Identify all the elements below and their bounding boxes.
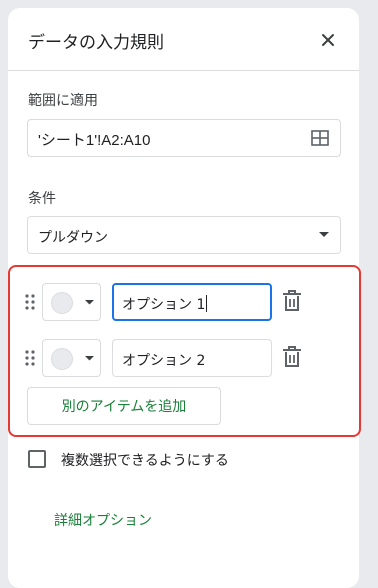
option-input-1[interactable]: オプション 1 (112, 283, 272, 321)
option-color-picker[interactable] (42, 283, 101, 321)
option-row: オプション 1 (20, 283, 340, 321)
delete-option-icon[interactable] (282, 290, 302, 312)
option-value: オプション 1 (122, 297, 206, 313)
multi-select-label: 複数選択できるようにする (61, 453, 229, 469)
text-cursor (206, 295, 208, 312)
data-validation-panel: データの入力規則 範囲に適用 'シート1'!A2:A10 条件 プルダウン オプ… (8, 8, 361, 588)
option-input-2[interactable]: オプション 2 (112, 339, 272, 377)
multi-select-checkbox[interactable] (28, 450, 46, 468)
close-icon (322, 34, 334, 46)
delete-option-icon[interactable] (282, 346, 302, 368)
range-input[interactable]: 'シート1'!A2:A10 (27, 119, 341, 157)
close-button[interactable] (314, 26, 342, 54)
chevron-down-icon (319, 232, 329, 237)
criteria-dropdown[interactable]: プルダウン (27, 216, 341, 254)
range-label: 範囲に適用 (28, 93, 98, 109)
criteria-label: 条件 (28, 191, 56, 207)
option-value: オプション 2 (122, 353, 206, 369)
chevron-down-icon (85, 300, 94, 305)
chevron-down-icon (85, 356, 94, 361)
add-item-button[interactable]: 別のアイテムを追加 (27, 387, 221, 425)
drag-handle-icon[interactable] (25, 350, 35, 366)
panel-title: データの入力規則 (28, 33, 164, 53)
option-color-picker[interactable] (42, 339, 101, 377)
advanced-options-link[interactable]: 詳細オプション (54, 510, 152, 530)
header-divider (8, 70, 359, 71)
drag-handle-icon[interactable] (25, 294, 35, 310)
color-swatch (51, 292, 73, 314)
criteria-selected: プルダウン (38, 230, 108, 246)
option-row: オプション 2 (20, 339, 340, 377)
color-swatch (51, 348, 73, 370)
grid-select-icon[interactable] (311, 130, 329, 146)
range-value: 'シート1'!A2:A10 (38, 132, 151, 149)
